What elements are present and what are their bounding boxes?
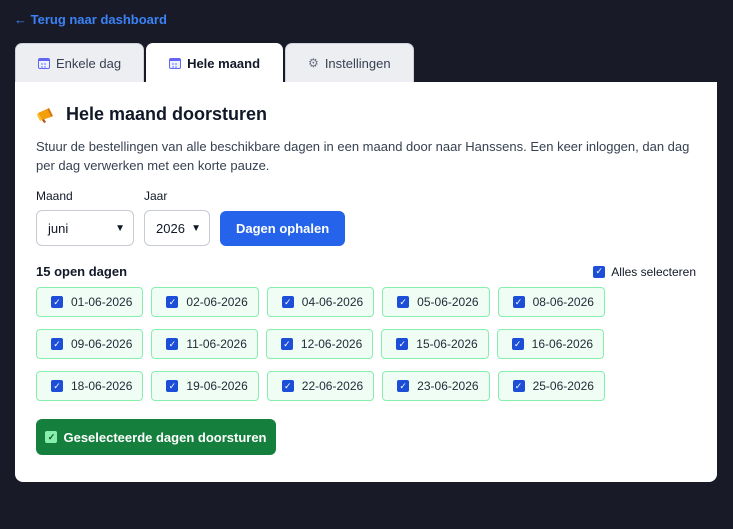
checkbox-checked-icon: ✓	[397, 296, 410, 308]
day-checkbox[interactable]: ✓ 09-06-2026	[36, 329, 144, 359]
day-label: 04-06-2026	[301, 295, 364, 309]
checkbox-checked-icon: ✓	[511, 338, 524, 350]
day-label: 05-06-2026	[417, 295, 479, 309]
checkbox-checked-icon: ✓	[51, 380, 63, 392]
calendar-icon	[169, 57, 182, 69]
day-label: 19-06-2026	[186, 379, 248, 393]
day-label: 15-06-2026	[416, 337, 478, 351]
checkbox-checked-icon: ✓	[512, 380, 525, 392]
tab-single-day[interactable]: Enkele dag	[15, 43, 145, 82]
month-label: Maand	[36, 189, 73, 203]
checkbox-checked-icon: ✓	[281, 296, 294, 308]
period-form: Maand juni ▼ Jaar 2026 ▼ Dagen ophalen	[36, 189, 696, 246]
panel-title-text: Hele maand doorsturen	[66, 104, 268, 124]
checkbox-checked-icon: ✓	[396, 338, 409, 350]
checkbox-checked-icon: ✓	[593, 265, 606, 278]
select-all-label: Alles selecteren	[611, 264, 696, 279]
days-header: 15 open dagen ✓ Alles selecteren	[36, 264, 696, 279]
panel-description: Stuur de bestellingen van alle beschikba…	[36, 139, 690, 173]
fetch-days-button[interactable]: Dagen ophalen	[220, 211, 346, 246]
month-select[interactable]: juni ▼	[36, 210, 134, 246]
year-value: 2026	[156, 220, 185, 236]
year-label: Jaar	[144, 189, 168, 203]
day-checkbox[interactable]: ✓ 11-06-2026	[151, 329, 258, 359]
day-checkbox[interactable]: ✓ 02-06-2026	[151, 287, 259, 317]
tab-label: Enkele dag	[56, 55, 122, 71]
check-icon: ✓	[45, 431, 58, 443]
checkbox-checked-icon: ✓	[281, 380, 294, 392]
day-checkbox[interactable]: ✓ 04-06-2026	[266, 287, 375, 317]
checkbox-checked-icon: ✓	[280, 338, 293, 350]
month-panel: Hele maand doorsturen Stuur de bestellin…	[15, 82, 717, 482]
megaphone-icon	[37, 107, 53, 123]
tab-bar: Enkele dag Hele maand ⚙ Instellingen	[15, 43, 414, 82]
day-label: 18-06-2026	[71, 379, 133, 393]
day-label: 01-06-2026	[71, 295, 133, 309]
day-checkbox[interactable]: ✓ 22-06-2026	[266, 371, 375, 401]
day-checkbox[interactable]: ✓ 05-06-2026	[382, 287, 490, 317]
day-label: 16-06-2026	[531, 337, 594, 351]
day-label: 25-06-2026	[532, 379, 594, 393]
checkbox-checked-icon: ✓	[51, 338, 63, 350]
days-grid: ✓ 01-06-2026 ✓ 02-06-2026 ✓ 04-06-2026 ✓ 05-06-…	[36, 287, 706, 401]
day-checkbox[interactable]: ✓ 08-06-2026	[497, 287, 605, 317]
day-checkbox[interactable]: ✓ 19-06-2026	[151, 371, 259, 401]
month-field: Maand juni ▼	[36, 189, 134, 246]
year-field: Jaar 2026 ▼	[144, 189, 210, 246]
checkbox-checked-icon: ✓	[397, 380, 410, 392]
page-title: Hele maand doorsturen	[36, 104, 696, 125]
submit-selected-days-button[interactable]: ✓ Geselecteerde dagen doorsturen	[36, 419, 276, 455]
day-label: 12-06-2026	[300, 337, 363, 351]
day-checkbox[interactable]: ✓ 15-06-2026	[381, 329, 489, 359]
checkbox-checked-icon: ✓	[166, 380, 179, 392]
checkbox-checked-icon: ✓	[166, 338, 179, 350]
submit-label: Geselecteerde dagen doorsturen	[63, 429, 267, 445]
day-label: 22-06-2026	[301, 379, 364, 393]
day-checkbox[interactable]: ✓ 01-06-2026	[36, 287, 144, 317]
day-checkbox[interactable]: ✓ 18-06-2026	[36, 371, 144, 401]
day-checkbox[interactable]: ✓ 12-06-2026	[265, 329, 374, 359]
select-all-checkbox[interactable]: ✓ Alles selecteren	[593, 265, 696, 279]
checkbox-checked-icon: ✓	[51, 296, 63, 308]
day-checkbox[interactable]: ✓ 16-06-2026	[496, 329, 605, 359]
chevron-down-icon: ▼	[115, 222, 125, 234]
year-select[interactable]: 2026 ▼	[144, 210, 210, 246]
back-to-dashboard-link[interactable]: ← Terug naar dashboard	[14, 12, 167, 27]
day-label: 11-06-2026	[186, 337, 247, 351]
tab-whole-month[interactable]: Hele maand	[146, 43, 284, 82]
day-checkbox[interactable]: ✓ 23-06-2026	[382, 371, 490, 401]
chevron-down-icon: ▼	[191, 222, 201, 234]
tab-label: Instellingen	[324, 55, 391, 71]
checkbox-checked-icon: ✓	[512, 296, 525, 308]
day-label: 09-06-2026	[71, 337, 133, 351]
tab-settings[interactable]: ⚙ Instellingen	[285, 43, 414, 82]
gear-icon: ⚙	[308, 56, 319, 70]
day-label: 23-06-2026	[417, 379, 479, 393]
day-checkbox[interactable]: ✓ 25-06-2026	[497, 371, 605, 401]
tab-label: Hele maand	[187, 55, 261, 71]
month-value: juni	[48, 220, 69, 236]
open-days-count: 15 open dagen	[36, 264, 128, 279]
calendar-icon	[38, 57, 50, 69]
checkbox-checked-icon: ✓	[166, 296, 179, 308]
day-label: 08-06-2026	[532, 295, 594, 309]
day-label: 02-06-2026	[186, 295, 248, 309]
